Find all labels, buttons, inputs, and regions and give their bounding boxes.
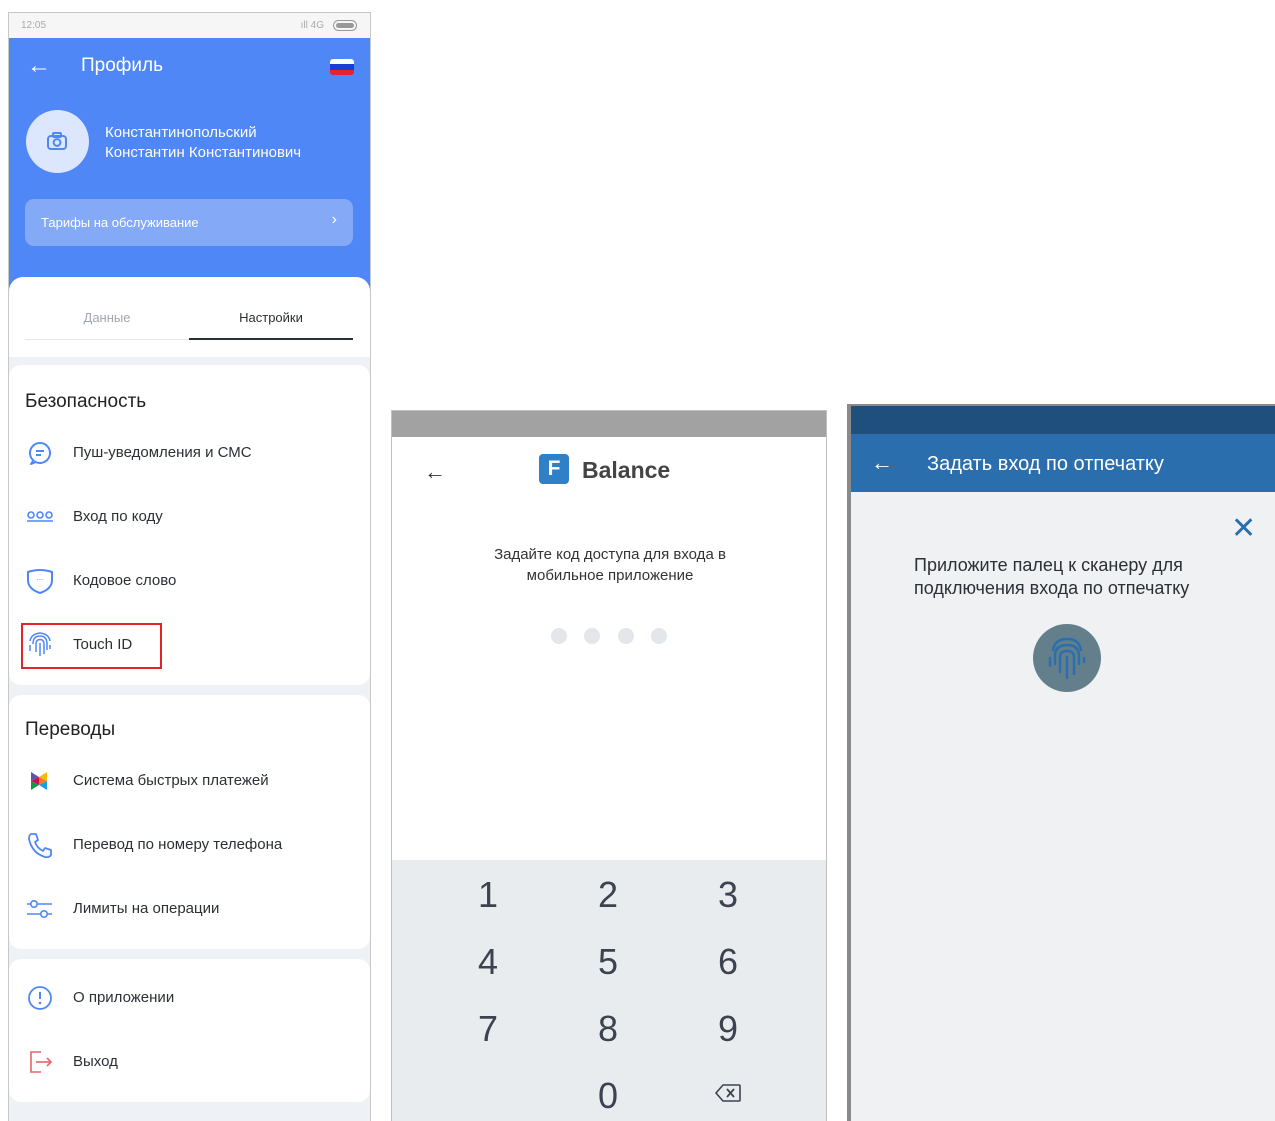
pin-dot bbox=[551, 628, 567, 644]
misc-section: О приложении Выход bbox=[9, 959, 370, 1102]
transfers-title: Переводы bbox=[25, 719, 116, 740]
close-icon[interactable]: ✕ bbox=[1231, 514, 1256, 544]
svg-text:···: ··· bbox=[37, 576, 44, 584]
sliders-icon bbox=[27, 900, 52, 919]
key-2[interactable]: 2 bbox=[578, 870, 638, 920]
status-bar bbox=[851, 406, 1275, 434]
settings-item-label: О приложении bbox=[73, 989, 175, 1006]
settings-item-label: Кодовое слово bbox=[73, 572, 177, 589]
settings-item-label: Лимиты на операции bbox=[73, 900, 220, 917]
fingerprint-instruction: Приложите палец к сканеру для подключени… bbox=[914, 555, 1190, 598]
fingerprint-sensor-button[interactable] bbox=[1033, 624, 1101, 692]
pin-setup-screen: ← F Balance Задайте код доступа для вход… bbox=[391, 410, 827, 1121]
info-icon bbox=[28, 986, 52, 1010]
camera-icon bbox=[47, 132, 67, 150]
key-1[interactable]: 1 bbox=[458, 870, 518, 920]
profile-screen: 12:05 ıll 4G ← Профиль Константинопольск… bbox=[8, 12, 371, 1121]
key-9[interactable]: 9 bbox=[698, 1004, 758, 1054]
tariffs-label: Тарифы на обслуживание bbox=[41, 215, 199, 230]
key-0[interactable]: 0 bbox=[578, 1071, 638, 1121]
russian-flag-icon[interactable] bbox=[330, 59, 354, 75]
active-tab-indicator bbox=[189, 338, 353, 340]
transfers-section: Переводы Система быстрых платежей Перево… bbox=[9, 695, 370, 949]
sbp-logo-icon bbox=[31, 772, 47, 790]
user-full-name: Константинопольский Константин Константи… bbox=[105, 124, 302, 161]
back-arrow-icon[interactable]: ← bbox=[424, 459, 446, 485]
settings-item-push-sms[interactable]: Пуш-уведомления и СМС bbox=[25, 438, 345, 468]
settings-item-code-word[interactable]: ··· Кодовое слово bbox=[25, 566, 345, 596]
key-4[interactable]: 4 bbox=[458, 937, 518, 987]
fingerprint-setup-screen: ← Задать вход по отпечатку ✕ Приложите п… bbox=[847, 404, 1275, 1121]
settings-item-label: Вход по коду bbox=[73, 508, 163, 525]
phone-icon bbox=[28, 833, 52, 858]
key-7[interactable]: 7 bbox=[458, 1004, 518, 1054]
battery-icon bbox=[333, 20, 357, 31]
transfers-item-sbp[interactable]: Система быстрых платежей bbox=[25, 766, 345, 796]
settings-item-label: Пуш-уведомления и СМС bbox=[73, 444, 252, 461]
settings-item-pin-login[interactable]: Вход по коду bbox=[25, 502, 345, 532]
touch-id-highlight-box bbox=[21, 623, 162, 669]
key-5[interactable]: 5 bbox=[578, 937, 638, 987]
status-bar: 12:05 ıll 4G bbox=[9, 13, 370, 38]
settings-item-label: Система быстрых платежей bbox=[73, 772, 269, 789]
chat-bubble-icon bbox=[29, 442, 51, 465]
misc-item-logout[interactable]: Выход bbox=[25, 1047, 345, 1077]
security-title: Безопасность bbox=[25, 391, 147, 412]
misc-item-about[interactable]: О приложении bbox=[25, 983, 345, 1013]
settings-item-label: Выход bbox=[73, 1053, 118, 1070]
status-time: 12:05 bbox=[21, 20, 47, 31]
page-title: Профиль bbox=[81, 55, 164, 76]
tariffs-button[interactable]: Тарифы на обслуживание › bbox=[25, 199, 353, 246]
app-bar: ← Задать вход по отпечатку bbox=[851, 434, 1275, 492]
fingerprint-icon bbox=[1048, 637, 1086, 680]
avatar-camera-button[interactable] bbox=[26, 110, 89, 173]
pin-dot bbox=[651, 628, 667, 644]
logout-icon bbox=[30, 1051, 53, 1073]
chevron-right-icon: › bbox=[331, 211, 337, 228]
back-arrow-icon[interactable]: ← bbox=[27, 54, 51, 78]
brand-name: Balance bbox=[582, 457, 671, 483]
profile-tabs: Данные Настройки bbox=[9, 277, 370, 357]
pin-dots-icon bbox=[27, 511, 53, 522]
tab-data[interactable]: Данные bbox=[25, 310, 189, 325]
profile-header: ← Профиль Константинопольский Константин… bbox=[9, 38, 370, 308]
settings-item-label: Перевод по номеру телефона bbox=[73, 836, 283, 853]
key-6[interactable]: 6 bbox=[698, 937, 758, 987]
numeric-keypad: 1 2 3 4 5 6 7 8 9 0 bbox=[392, 860, 826, 1121]
signal-indicator: ıll 4G bbox=[300, 20, 324, 31]
key-8[interactable]: 8 bbox=[578, 1004, 638, 1054]
pin-dot bbox=[618, 628, 634, 644]
tab-settings[interactable]: Настройки bbox=[189, 310, 353, 325]
key-3[interactable]: 3 bbox=[698, 870, 758, 920]
transfers-item-phone[interactable]: Перевод по номеру телефона bbox=[25, 830, 345, 860]
pin-prompt: Задайте код доступа для входа в мобильно… bbox=[494, 546, 726, 584]
pin-dot bbox=[584, 628, 600, 644]
shield-icon: ··· bbox=[27, 569, 53, 594]
page-title: Задать вход по отпечатку bbox=[927, 453, 1164, 475]
back-arrow-icon[interactable]: ← bbox=[871, 450, 893, 476]
transfers-item-limits[interactable]: Лимиты на операции bbox=[25, 894, 345, 924]
balance-logo-icon: F bbox=[539, 454, 569, 484]
backspace-icon[interactable] bbox=[715, 1084, 741, 1102]
status-bar bbox=[392, 411, 826, 437]
